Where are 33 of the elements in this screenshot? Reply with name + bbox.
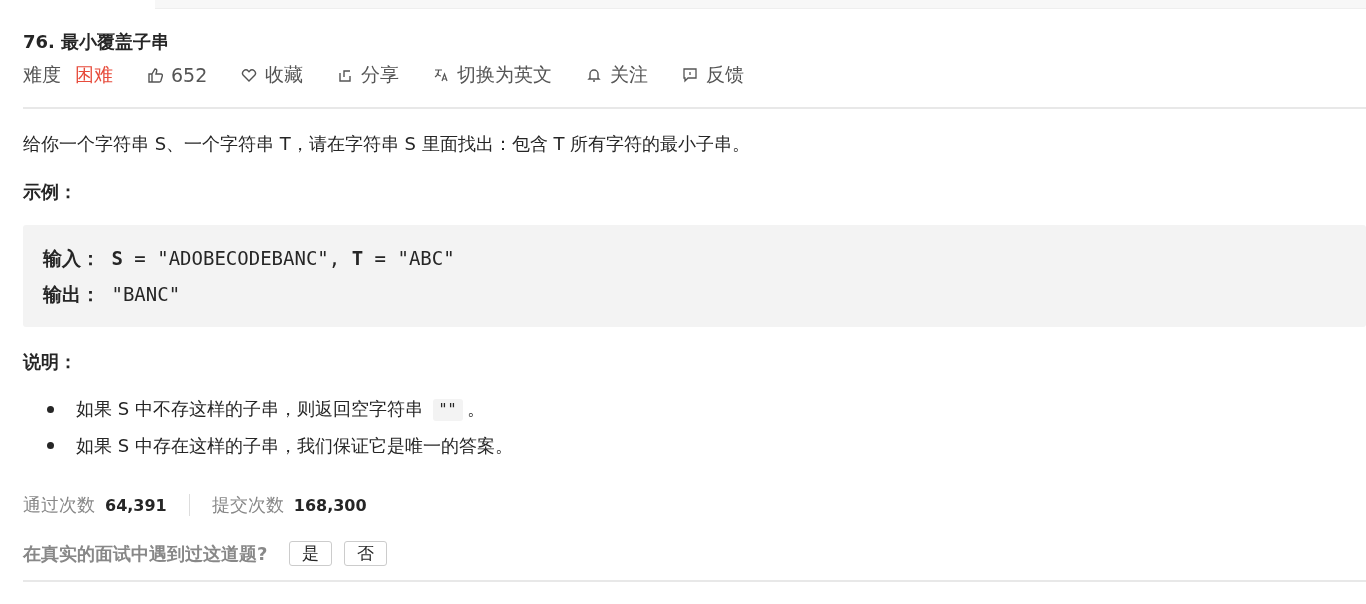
bullet-icon (47, 406, 54, 413)
answer-button[interactable]: 否 (344, 541, 388, 566)
example-heading: 示例： (23, 180, 78, 204)
action-button[interactable]: 切换为英文 (433, 62, 553, 88)
code-line: 输入： S = "ADOBECODEBANC", T = "ABC" (43, 246, 456, 271)
note-text: 如果 S 中不存这样的子串，则返回空字符串 (76, 398, 424, 419)
answer-button[interactable]: 是 (289, 541, 333, 566)
action-button[interactable]: 反馈 (682, 62, 745, 88)
heart-icon (241, 67, 258, 83)
bullet-icon (47, 442, 54, 449)
problem-title: 76. 最小覆盖子串 (23, 30, 171, 54)
notes-heading: 说明： (23, 350, 78, 374)
difficulty-label: 难度 (23, 62, 61, 87)
stat-label: 通过次数 (23, 493, 95, 517)
share-icon (337, 67, 354, 83)
note-text: 。 (466, 398, 485, 419)
translate-icon (433, 67, 450, 83)
inline-code: "" (432, 399, 463, 421)
feedback-icon (682, 67, 699, 83)
stat-label: 提交次数 (211, 493, 284, 517)
stat-value: 168,300 (293, 495, 367, 515)
bell-icon (586, 67, 603, 83)
action-button[interactable]: 652 (147, 64, 208, 86)
action-button[interactable]: 收藏 (241, 62, 304, 88)
question-text: 在真实的面试中遇到过这道题? (23, 541, 268, 566)
action-button[interactable]: 分享 (337, 62, 400, 88)
stat-value: 64,391 (105, 495, 167, 515)
note-text: 如果 S 中存在这样的子串，我们保证它是唯一的答案。 (76, 435, 513, 456)
difficulty-level: 困难 (75, 62, 113, 87)
code-line: 输出： "BANC" (43, 282, 182, 307)
action-button[interactable]: 关注 (586, 62, 649, 88)
description-text: 给你一个字符串 S、一个字符串 T，请在字符串 S 里面找出：包含 T 所有字符的最小子串。 (23, 132, 752, 156)
thumbs-up-icon (147, 67, 163, 83)
